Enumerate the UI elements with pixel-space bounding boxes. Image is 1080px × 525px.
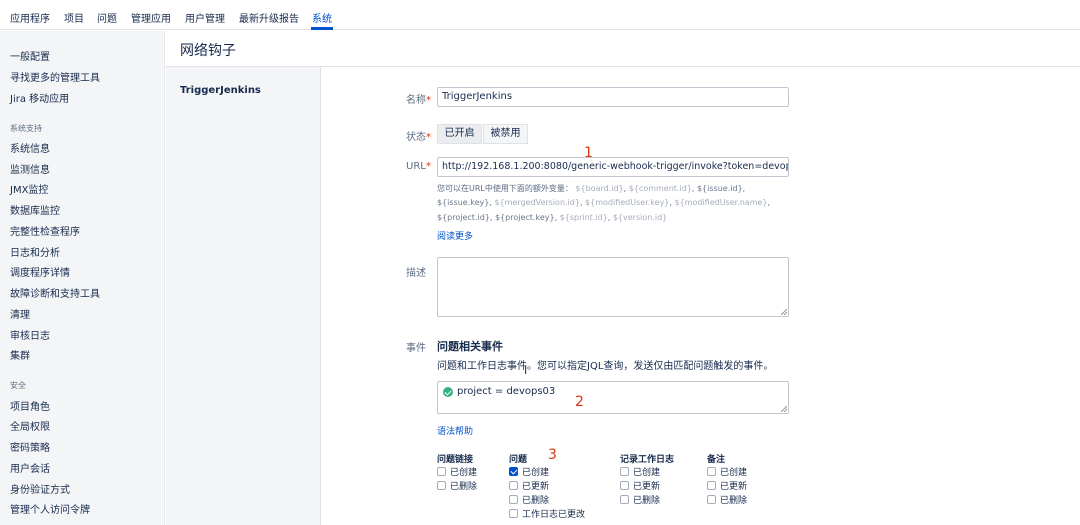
sidebar-item-jira-mobile[interactable]: Jira 移动应用 (10, 90, 69, 105)
sidebar-item-find-more-tools[interactable]: 寻找更多的管理工具 (10, 69, 100, 84)
checkbox-box[interactable] (509, 495, 518, 504)
sidebar-item-integrity-checker[interactable]: 完整性检查程序 (10, 223, 80, 238)
read-more-link[interactable]: 阅读更多 (437, 229, 473, 242)
url-variables-help-line3: ${project.id}, ${project.key}, ${sprint.… (437, 213, 668, 222)
webhook-list: TriggerJenkins (166, 67, 321, 525)
checkbox-box[interactable] (620, 481, 629, 490)
status-label: 状态* (406, 132, 431, 143)
checkbox-box[interactable] (437, 467, 446, 476)
checkbox-box[interactable] (707, 481, 716, 490)
annotation-2: 2 (575, 394, 584, 410)
url-variables-help-line1: 您可以在URL中使用下面的额外变量： ${board.id}, ${commen… (437, 184, 746, 193)
sidebar-item-troubleshooting[interactable]: 故障诊断和支持工具 (10, 285, 100, 300)
issue-worklog-changed-checkbox[interactable]: 工作日志已更改 (509, 507, 585, 520)
top-navigation: 应用程序 项目 问题 管理应用 用户管理 最新升级报告 系统 (0, 0, 1080, 30)
description-label: 描述 (406, 268, 426, 279)
comment-updated-checkbox[interactable]: 已更新 (707, 479, 747, 492)
events-label: 事件 (406, 343, 426, 354)
status-enabled-button[interactable]: 已开启 (437, 124, 482, 144)
checkbox-box[interactable] (509, 481, 518, 490)
url-label: URL* (406, 161, 431, 172)
sidebar-item-audit-log[interactable]: 审核日志 (10, 327, 50, 342)
nav-item-upgrade-report[interactable]: 最新升级报告 (239, 10, 299, 25)
sidebar-item-scheduler[interactable]: 调度程序详情 (10, 264, 70, 279)
nav-item-manage-apps[interactable]: 管理应用 (131, 10, 171, 25)
issue-created-checkbox[interactable]: 已创建 (509, 465, 549, 478)
sidebar-item-personal-tokens[interactable]: 管理个人访问令牌 (10, 501, 90, 516)
worklog-created-checkbox[interactable]: 已创建 (620, 465, 660, 478)
text-cursor-icon: I (524, 364, 528, 377)
column-comment: 备注 (707, 455, 726, 465)
nav-item-projects[interactable]: 项目 (64, 10, 84, 25)
checkbox-box[interactable] (620, 467, 629, 476)
issue-events-description: 问题和工作日志事件。您可以指定JQL查询，发送仅由匹配问题触发的事件。 (437, 361, 774, 372)
jql-valid-check-icon (443, 387, 453, 397)
sidebar-item-logging[interactable]: 日志和分析 (10, 244, 60, 259)
status-disabled-button[interactable]: 被禁用 (483, 124, 528, 144)
sidebar-item-user-sessions[interactable]: 用户会话 (10, 460, 50, 475)
name-input[interactable]: TriggerJenkins (437, 87, 789, 107)
webhook-list-item[interactable]: TriggerJenkins (180, 85, 261, 96)
resize-handle[interactable] (781, 309, 787, 315)
nav-item-user-management[interactable]: 用户管理 (185, 10, 225, 25)
page-title: 网络钩子 (180, 43, 236, 59)
column-worklog: 记录工作日志 (620, 455, 675, 465)
issue-link-created-checkbox[interactable]: 已创建 (437, 465, 477, 478)
checkbox-box-checked[interactable] (509, 467, 518, 476)
sidebar-item-monitoring[interactable]: 监测信息 (10, 161, 50, 176)
active-tab-indicator (311, 27, 333, 30)
nav-item-applications[interactable]: 应用程序 (10, 10, 50, 25)
nav-item-issues[interactable]: 问题 (97, 10, 117, 25)
sidebar-item-general-config[interactable]: 一般配置 (10, 48, 50, 63)
jql-query-text: project = devops03 (457, 386, 556, 397)
sidebar-item-global-permissions[interactable]: 全局权限 (10, 418, 50, 433)
sidebar-item-system-info[interactable]: 系统信息 (10, 140, 50, 155)
annotation-1: 1 (584, 145, 593, 161)
comment-created-checkbox[interactable]: 已创建 (707, 465, 747, 478)
checkbox-box[interactable] (620, 495, 629, 504)
issue-link-deleted-checkbox[interactable]: 已删除 (437, 479, 477, 492)
sidebar-section-security: 安全 (10, 381, 26, 390)
sidebar-item-cluster[interactable]: 集群 (10, 347, 30, 362)
name-label: 名称* (406, 95, 431, 106)
worklog-updated-checkbox[interactable]: 已更新 (620, 479, 660, 492)
sidebar-item-project-roles[interactable]: 项目角色 (10, 398, 50, 413)
sidebar-section-system-support: 系统支持 (10, 124, 42, 133)
nav-item-system[interactable]: 系统 (312, 10, 332, 25)
sidebar-item-cleanup[interactable]: 清理 (10, 306, 30, 321)
worklog-deleted-checkbox[interactable]: 已删除 (620, 493, 660, 506)
issue-updated-checkbox[interactable]: 已更新 (509, 479, 549, 492)
checkbox-box[interactable] (707, 467, 716, 476)
column-issue-link: 问题链接 (437, 455, 474, 465)
checkbox-box[interactable] (509, 509, 518, 518)
resize-handle[interactable] (781, 406, 787, 412)
syntax-help-link[interactable]: 语法帮助 (437, 424, 473, 437)
annotation-3: 3 (548, 447, 557, 463)
page-header: 网络钩子 (166, 31, 1080, 67)
url-input[interactable]: http://192.168.1.200:8080/generic-webhoo… (437, 157, 789, 177)
description-textarea[interactable] (437, 257, 789, 317)
checkbox-box[interactable] (707, 495, 716, 504)
sidebar-item-password-policy[interactable]: 密码策略 (10, 439, 50, 454)
issue-deleted-checkbox[interactable]: 已删除 (509, 493, 549, 506)
checkbox-box[interactable] (437, 481, 446, 490)
sidebar-item-db-monitoring[interactable]: 数据库监控 (10, 202, 60, 217)
url-variables-help-line2: ${issue.key}, ${mergedVersion.id}, ${mod… (437, 198, 771, 207)
comment-deleted-checkbox[interactable]: 已删除 (707, 493, 747, 506)
sidebar-item-auth-methods[interactable]: 身份验证方式 (10, 481, 70, 496)
column-issue: 问题 (509, 455, 528, 465)
issue-events-title: 问题相关事件 (437, 340, 503, 353)
sidebar-item-jmx[interactable]: JMX监控 (10, 181, 48, 196)
